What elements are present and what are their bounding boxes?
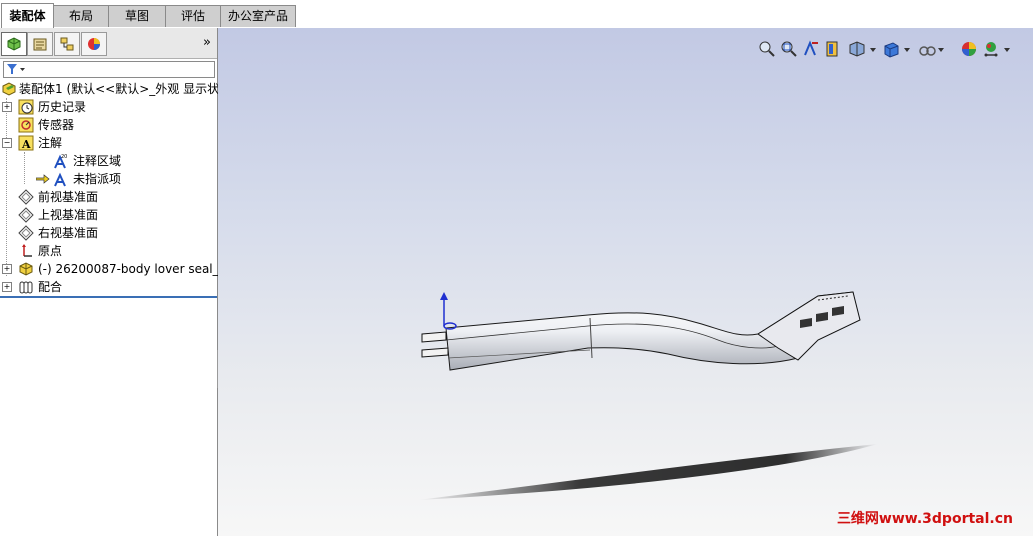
origin-icon xyxy=(22,244,32,257)
tree-item-label: 装配体1 (默认<<默认>_外观 显示状 xyxy=(19,82,220,96)
filter-icon xyxy=(7,64,25,74)
tree-item-right-plane[interactable]: 右视基准面 xyxy=(0,224,217,242)
display-manager-icon[interactable] xyxy=(81,32,107,56)
tree-bottom-separator xyxy=(0,296,217,298)
tab-assembly[interactable]: 装配体 xyxy=(1,3,54,28)
feature-manager-panel: » 装配体1 (默认<<默认>_外观 显示状 + 历史记录 传感器 − A 注解 xyxy=(0,28,226,536)
annotation-icon: A xyxy=(18,135,34,151)
feature-manager-icon[interactable] xyxy=(1,32,27,56)
assembly-icon xyxy=(2,82,16,96)
tree-item-label: 注释区域 xyxy=(73,154,122,168)
tab-layout[interactable]: 布局 xyxy=(53,5,109,27)
plane-icon xyxy=(18,207,34,223)
tree-item-label: 前视基准面 xyxy=(38,190,99,204)
tree-item-mates[interactable]: + 配合 xyxy=(0,278,217,296)
tree-item-notes-area[interactable]: 20 注释区域 xyxy=(0,152,217,170)
tree-item-sensors[interactable]: 传感器 xyxy=(0,116,217,134)
graphics-area[interactable]: 三维网www.3dportal.cn xyxy=(218,28,1033,536)
expand-panel-button[interactable]: » xyxy=(203,35,211,50)
expander-icon[interactable]: + xyxy=(2,282,12,292)
tree-item-label: 原点 xyxy=(38,244,63,258)
unassigned-items-icon xyxy=(54,172,66,187)
property-manager-icon[interactable] xyxy=(27,32,53,56)
tree-item-label: 上视基准面 xyxy=(38,208,99,222)
configuration-manager-icon[interactable] xyxy=(54,32,80,56)
svg-text:A: A xyxy=(21,138,31,151)
tree-item-assembly[interactable]: 装配体1 (默认<<默认>_外观 显示状 xyxy=(0,80,220,98)
expander-icon[interactable]: + xyxy=(2,264,12,274)
tree-item-part[interactable]: + (-) 26200087-body lover seal_6 xyxy=(0,260,226,278)
tree-item-label: 传感器 xyxy=(38,118,75,132)
tree-item-label: (-) 26200087-body lover seal_6 xyxy=(38,262,227,276)
tab-office-products[interactable]: 办公室产品 xyxy=(220,5,296,27)
part-icon xyxy=(19,262,33,276)
model-render[interactable] xyxy=(218,28,1033,536)
history-icon xyxy=(18,99,34,115)
plane-icon xyxy=(18,225,34,241)
svg-text:20: 20 xyxy=(61,154,67,160)
tree-item-top-plane[interactable]: 上视基准面 xyxy=(0,206,217,224)
tree-item-front-plane[interactable]: 前视基准面 xyxy=(0,188,217,206)
tree-item-history[interactable]: + 历史记录 xyxy=(0,98,217,116)
tree-item-unassigned[interactable]: 未指派项 xyxy=(0,170,217,188)
tree-item-label: 配合 xyxy=(38,280,63,294)
tab-evaluate[interactable]: 评估 xyxy=(165,5,221,27)
site-watermark: 三维网www.3dportal.cn xyxy=(836,511,1013,527)
arrow-right-icon xyxy=(36,174,50,184)
tree-item-label: 历史记录 xyxy=(38,100,87,114)
sensor-icon xyxy=(18,117,34,133)
tree-item-origin[interactable]: 原点 xyxy=(0,242,217,260)
tree-filter[interactable] xyxy=(3,61,215,78)
tab-sketch[interactable]: 草图 xyxy=(108,5,166,27)
collapse-icon[interactable]: − xyxy=(2,138,12,148)
notes-area-icon: 20 xyxy=(54,154,67,169)
manager-toolbar: » xyxy=(0,28,217,59)
tree-item-annotations[interactable]: − A 注解 xyxy=(0,134,217,152)
tree-item-label: 未指派项 xyxy=(73,172,122,186)
tree-item-label: 注解 xyxy=(38,136,63,150)
mates-icon xyxy=(19,281,33,294)
command-manager-tabs: 装配体 布局 草图 评估 办公室产品 xyxy=(0,0,1033,29)
plane-icon xyxy=(18,189,34,205)
expander-icon[interactable]: + xyxy=(2,102,12,112)
tree-item-label: 右视基准面 xyxy=(38,226,99,240)
